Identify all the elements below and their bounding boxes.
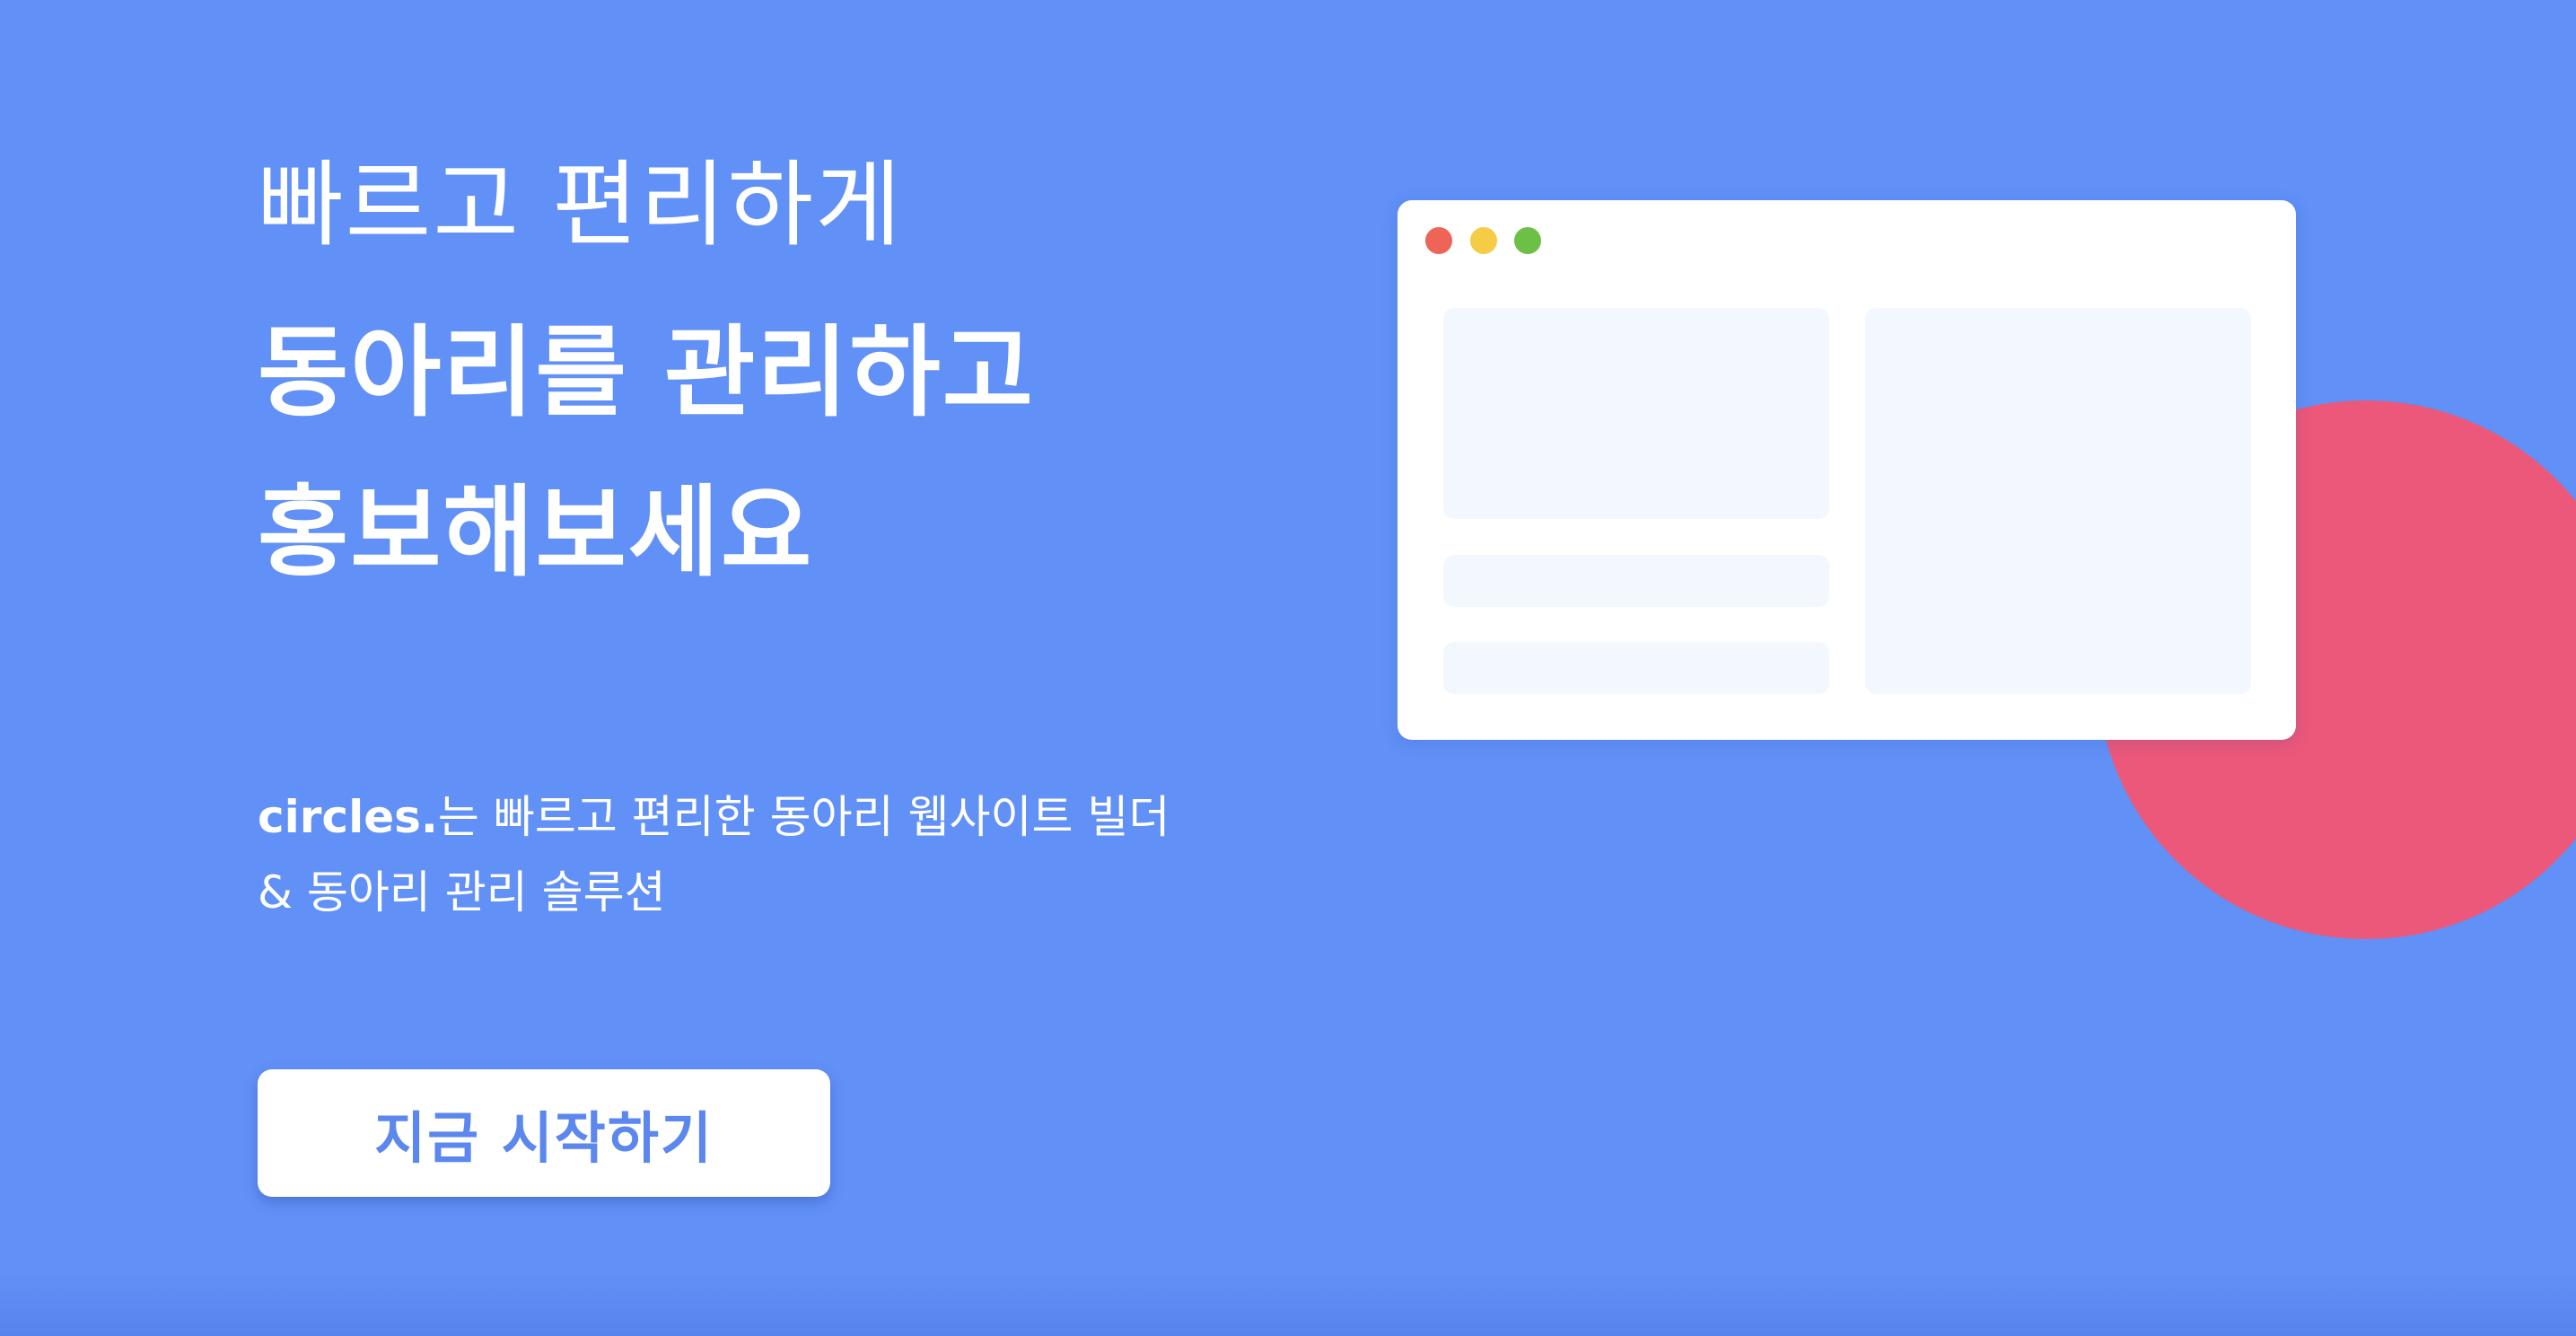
mockup-placeholder-block-large <box>1443 308 1829 519</box>
window-close-dot <box>1425 227 1452 254</box>
mockup-placeholder-block-right <box>1865 308 2251 694</box>
window-maximize-dot <box>1514 227 1541 254</box>
headline-title-line-2: 홍보해보세요 <box>258 475 814 590</box>
mockup-placeholder-bar-2 <box>1443 642 1829 694</box>
mockup-placeholder-bar-1 <box>1443 555 1829 607</box>
headline-subtitle: 빠르고 편리하게 <box>258 150 903 259</box>
hero-section: 빠르고 편리하게 동아리를 관리하고 홍보해보세요 circles.는 빠르고 … <box>0 0 2576 1336</box>
brand-name: circles. <box>258 791 438 843</box>
hero-description: circles.는 빠르고 편리한 동아리 웹사이트 빌더 & 동아리 관리 솔… <box>258 779 1424 930</box>
headline-title-line-1: 동아리를 관리하고 <box>258 315 1035 430</box>
description-line-2: & 동아리 관리 솔루션 <box>258 866 666 918</box>
description-line-1: 는 빠르고 편리한 동아리 웹사이트 빌더 <box>437 791 1170 843</box>
window-minimize-dot <box>1470 227 1497 254</box>
start-now-button[interactable]: 지금 시작하기 <box>258 1069 830 1197</box>
browser-mockup <box>1398 200 2296 740</box>
